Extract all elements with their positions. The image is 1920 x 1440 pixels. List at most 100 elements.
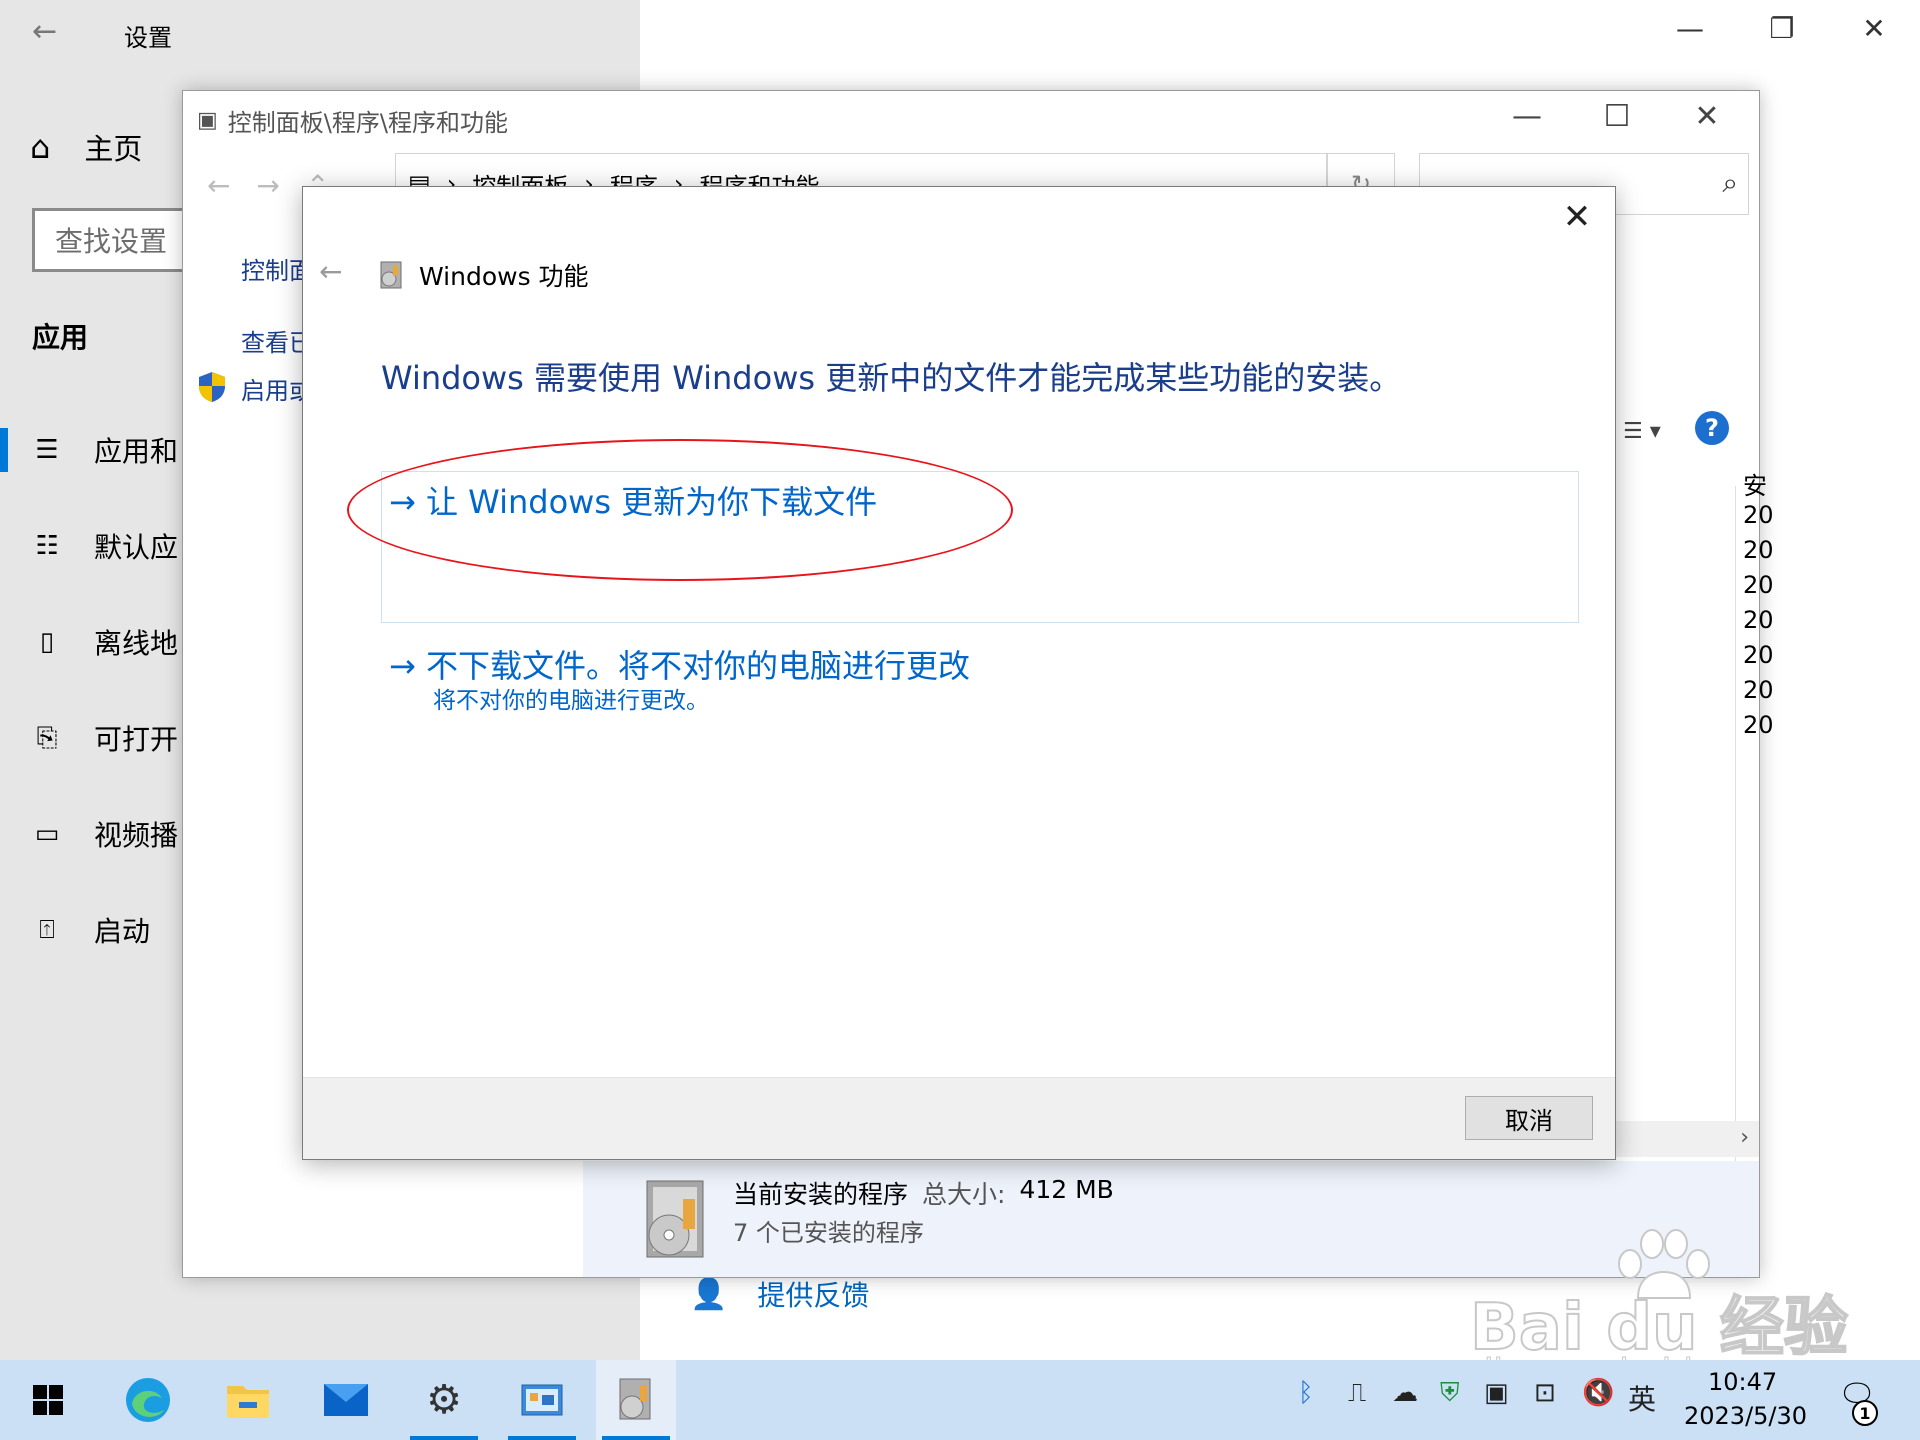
- nav-item-apps-for-websites[interactable]: ⎘ 可打开: [30, 718, 178, 758]
- bluetooth-icon[interactable]: ᛒ: [1298, 1378, 1314, 1408]
- taskbar-edge[interactable]: [108, 1360, 188, 1440]
- dont-download-description: 将不对你的电脑进行更改。: [433, 688, 709, 714]
- settings-search-input[interactable]: 查找设置: [32, 208, 192, 272]
- cp-title-bar: ▣ 控制面板\程序\程序和功能: [197, 103, 508, 138]
- nav-item-apps-features[interactable]: ☰ 应用和: [30, 430, 178, 470]
- start-icon: [33, 1385, 63, 1415]
- red-annotation-ellipse: [347, 439, 1013, 581]
- summary-label: 当前安装的程序: [733, 1180, 909, 1209]
- back-arrow-icon[interactable]: ←: [319, 255, 342, 288]
- nav-item-label: 可打开: [94, 723, 179, 756]
- minimize-icon[interactable]: —: [1670, 12, 1710, 45]
- summary-count: 7 个已安装的程序: [733, 1219, 924, 1247]
- network-icon[interactable]: ⊡: [1534, 1378, 1556, 1408]
- windows-features-icon: [380, 261, 402, 289]
- list-cell: 20: [1743, 571, 1774, 599]
- maximize-icon[interactable]: ☐: [1587, 99, 1647, 134]
- file-explorer-icon: [227, 1386, 269, 1418]
- nav-item-label: 视频播: [94, 819, 179, 852]
- apps-features-icon: ☰: [35, 435, 59, 465]
- offline-maps-icon: ▯: [39, 627, 55, 657]
- summary-line: 当前安装的程序 总大小: 412 MB: [733, 1175, 1114, 1211]
- nav-item-video-playback[interactable]: ▭ 视频播: [30, 814, 178, 854]
- nav-item-default-apps[interactable]: ☷ 默认应: [30, 526, 178, 566]
- list-cell: 20: [1743, 641, 1774, 669]
- dialog-heading: Windows 需要使用 Windows 更新中的文件才能完成某些功能的安装。: [381, 359, 1402, 397]
- back-arrow-icon[interactable]: ←: [32, 14, 57, 49]
- edge-icon: [126, 1378, 170, 1422]
- usb-device-icon[interactable]: ⎍: [1348, 1378, 1366, 1409]
- clock-time[interactable]: 10:47: [1708, 1368, 1777, 1396]
- feedback-label: 提供反馈: [757, 1279, 870, 1312]
- forward-arrow-icon[interactable]: →: [256, 169, 279, 202]
- control-panel-icon: [521, 1384, 563, 1416]
- settings-title: 设置: [124, 24, 172, 52]
- start-button[interactable]: [8, 1360, 88, 1440]
- back-arrow-icon[interactable]: ←: [207, 169, 230, 202]
- vmware-icon[interactable]: ▣: [1484, 1378, 1509, 1408]
- summary-size-label: 总大小:: [922, 1180, 1006, 1209]
- windows-security-icon[interactable]: ⛨: [1440, 1378, 1460, 1409]
- nav-item-startup[interactable]: ⍐ 启动: [30, 910, 150, 950]
- taskbar-file-explorer[interactable]: [208, 1360, 288, 1440]
- dialog-title-row: Windows 功能: [377, 257, 589, 293]
- default-apps-icon: ☷: [35, 531, 59, 561]
- settings-icon: ⚙: [426, 1377, 462, 1423]
- settings-home[interactable]: ⌂ 主页: [30, 126, 142, 168]
- uac-shield-icon: [199, 372, 225, 402]
- home-label: 主页: [84, 132, 143, 166]
- onedrive-icon[interactable]: ☁: [1392, 1378, 1418, 1408]
- nav-item-label: 应用和: [94, 435, 179, 468]
- summary-size-value: 412 MB: [1019, 1175, 1114, 1204]
- dialog-title: Windows 功能: [419, 262, 589, 291]
- list-cell: 20: [1743, 536, 1774, 564]
- home-icon: ⌂: [30, 128, 51, 166]
- help-icon[interactable]: ?: [1695, 411, 1729, 445]
- list-cell: 20: [1743, 501, 1774, 529]
- dialog-footer: 取消: [303, 1077, 1615, 1159]
- chevron-right-icon[interactable]: ›: [1740, 1125, 1749, 1150]
- taskbar-mail[interactable]: [306, 1360, 386, 1440]
- column-divider: [1735, 486, 1736, 1206]
- selected-indicator: [0, 428, 8, 472]
- ime-indicator[interactable]: 英: [1628, 1378, 1656, 1418]
- programs-package-icon: [646, 1180, 704, 1258]
- programs-icon: ▣: [197, 108, 218, 133]
- apps-for-websites-icon: ⎘: [36, 722, 58, 753]
- programs-features-icon: [619, 1378, 651, 1420]
- restore-icon[interactable]: ❐: [1762, 12, 1802, 45]
- taskbar: ⚙ ᛒ ⎍ ☁ ⛨ ▣ ⊡ 🔇 英 10:47 2023/5/30 🗨 1: [0, 1360, 1920, 1440]
- running-indicator: [508, 1436, 576, 1440]
- windows-features-dialog: ✕ ← Windows 功能 Windows 需要使用 Windows 更新中的…: [302, 186, 1616, 1160]
- feedback-link[interactable]: 👤 提供反馈: [690, 1274, 869, 1314]
- search-icon: ⌕: [1722, 166, 1738, 199]
- nav-item-label: 离线地: [94, 627, 179, 660]
- volume-muted-icon[interactable]: 🔇: [1582, 1378, 1614, 1408]
- minimize-icon[interactable]: —: [1497, 99, 1557, 134]
- video-playback-icon: ▭: [34, 819, 60, 849]
- clock-date[interactable]: 2023/5/30: [1684, 1402, 1807, 1430]
- feedback-icon: 👤: [690, 1276, 728, 1312]
- nav-item-label: 启动: [94, 915, 151, 948]
- close-icon[interactable]: ✕: [1677, 99, 1737, 134]
- running-indicator: [602, 1436, 670, 1440]
- taskbar-control-panel[interactable]: [502, 1360, 582, 1440]
- mail-icon: [324, 1384, 368, 1416]
- notification-badge: 1: [1852, 1400, 1878, 1426]
- cancel-button[interactable]: 取消: [1465, 1096, 1593, 1140]
- taskbar-programs-features[interactable]: [596, 1360, 676, 1440]
- list-cell: 20: [1743, 676, 1774, 704]
- nav-item-offline-maps[interactable]: ▯ 离线地: [30, 622, 178, 662]
- view-options-icon[interactable]: ☰ ▾: [1623, 419, 1661, 444]
- startup-icon: ⍐: [39, 914, 55, 945]
- search-placeholder: 查找设置: [55, 225, 168, 258]
- taskbar-settings[interactable]: ⚙: [404, 1360, 484, 1440]
- close-icon[interactable]: ✕: [1557, 197, 1597, 237]
- close-icon[interactable]: ✕: [1854, 12, 1894, 45]
- list-cell: 20: [1743, 606, 1774, 634]
- running-indicator: [410, 1436, 478, 1440]
- nav-item-label: 默认应: [94, 531, 179, 564]
- section-title: 应用: [32, 321, 89, 354]
- column-header[interactable]: 安: [1743, 466, 1767, 501]
- cp-title: 控制面板\程序\程序和功能: [227, 109, 508, 137]
